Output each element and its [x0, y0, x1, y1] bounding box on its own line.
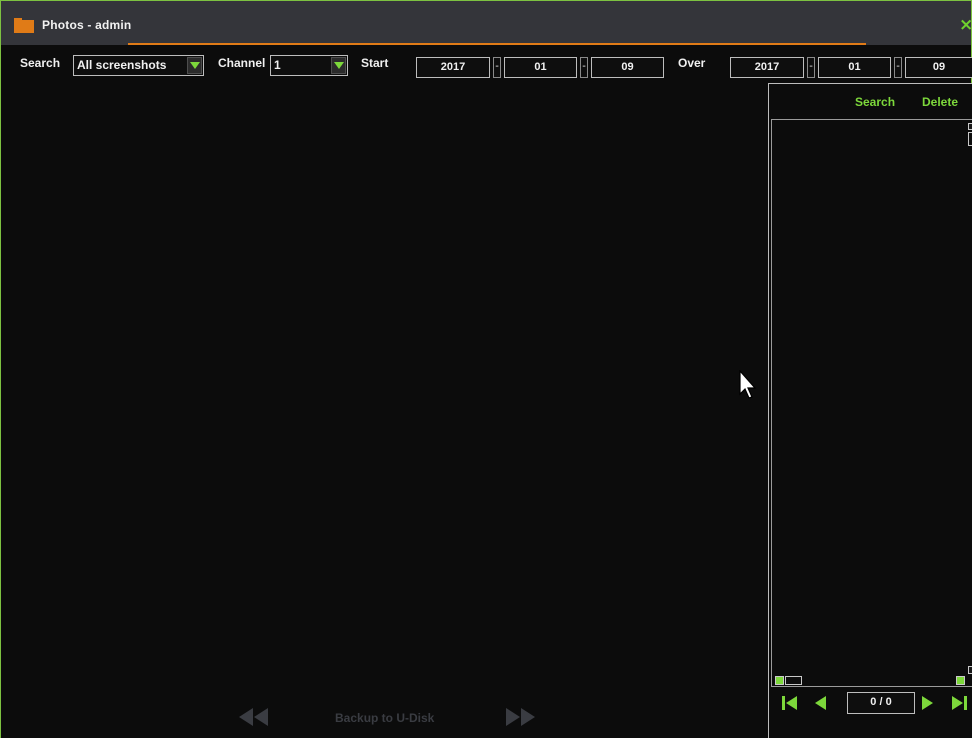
rewind-icon[interactable] — [239, 707, 269, 731]
channel-label: Channel — [218, 56, 266, 70]
bottom-controls: Backup to U-Disk — [1, 701, 768, 737]
scroll-up-button[interactable] — [968, 123, 972, 130]
skip-last-icon[interactable] — [952, 695, 968, 715]
search-type-select[interactable]: All screenshots — [73, 55, 204, 76]
next-icon[interactable] — [922, 695, 934, 715]
start-label: Start — [361, 56, 389, 70]
title-bar: Photos - admin × — [1, 1, 972, 45]
search-label: Search — [20, 56, 61, 70]
end-month-field[interactable]: 01 — [818, 57, 891, 78]
date-separator: - — [894, 57, 902, 78]
mouse-pointer-icon — [739, 369, 759, 404]
start-year-field[interactable]: 2017 — [416, 57, 490, 78]
date-separator: - — [580, 57, 588, 78]
results-list[interactable] — [771, 119, 972, 687]
skip-first-icon[interactable] — [782, 695, 798, 715]
chevron-down-icon[interactable] — [331, 57, 346, 74]
start-day-field[interactable]: 09 — [591, 57, 664, 78]
prev-icon[interactable] — [814, 695, 826, 715]
photos-window: Photos - admin × Search All screenshots … — [0, 0, 972, 738]
end-day-field[interactable]: 09 — [905, 57, 972, 78]
channel-select[interactable]: 1 — [270, 55, 348, 76]
date-separator: - — [807, 57, 815, 78]
start-month-field[interactable]: 01 — [504, 57, 577, 78]
close-icon[interactable]: × — [959, 15, 972, 35]
scrollbar-thumb[interactable] — [968, 132, 972, 146]
folder-icon — [14, 18, 34, 33]
search-button[interactable]: Search — [855, 95, 895, 109]
date-separator: - — [493, 57, 501, 78]
scroll-down-button[interactable] — [968, 666, 972, 674]
horizontal-scrollbar-thumb[interactable] — [785, 676, 802, 685]
window-title: Photos - admin — [42, 18, 132, 32]
results-panel: Search Delete 0 / 0 — [768, 83, 972, 738]
delete-button[interactable]: Delete — [922, 95, 958, 109]
pagination: 0 / 0 — [769, 687, 972, 717]
channel-value: 1 — [274, 58, 281, 72]
search-toolbar: Search All screenshots Channel 1 Start 2… — [1, 45, 972, 85]
fast-forward-icon[interactable] — [505, 707, 535, 731]
page-counter: 0 / 0 — [847, 692, 915, 714]
over-label: Over — [678, 56, 706, 70]
chevron-down-icon[interactable] — [187, 57, 202, 74]
scroll-left-button[interactable] — [775, 676, 784, 685]
scroll-right-button[interactable] — [956, 676, 965, 685]
backup-to-udisk-button[interactable]: Backup to U-Disk — [335, 711, 434, 725]
end-year-field[interactable]: 2017 — [730, 57, 804, 78]
search-type-value: All screenshots — [77, 58, 167, 72]
